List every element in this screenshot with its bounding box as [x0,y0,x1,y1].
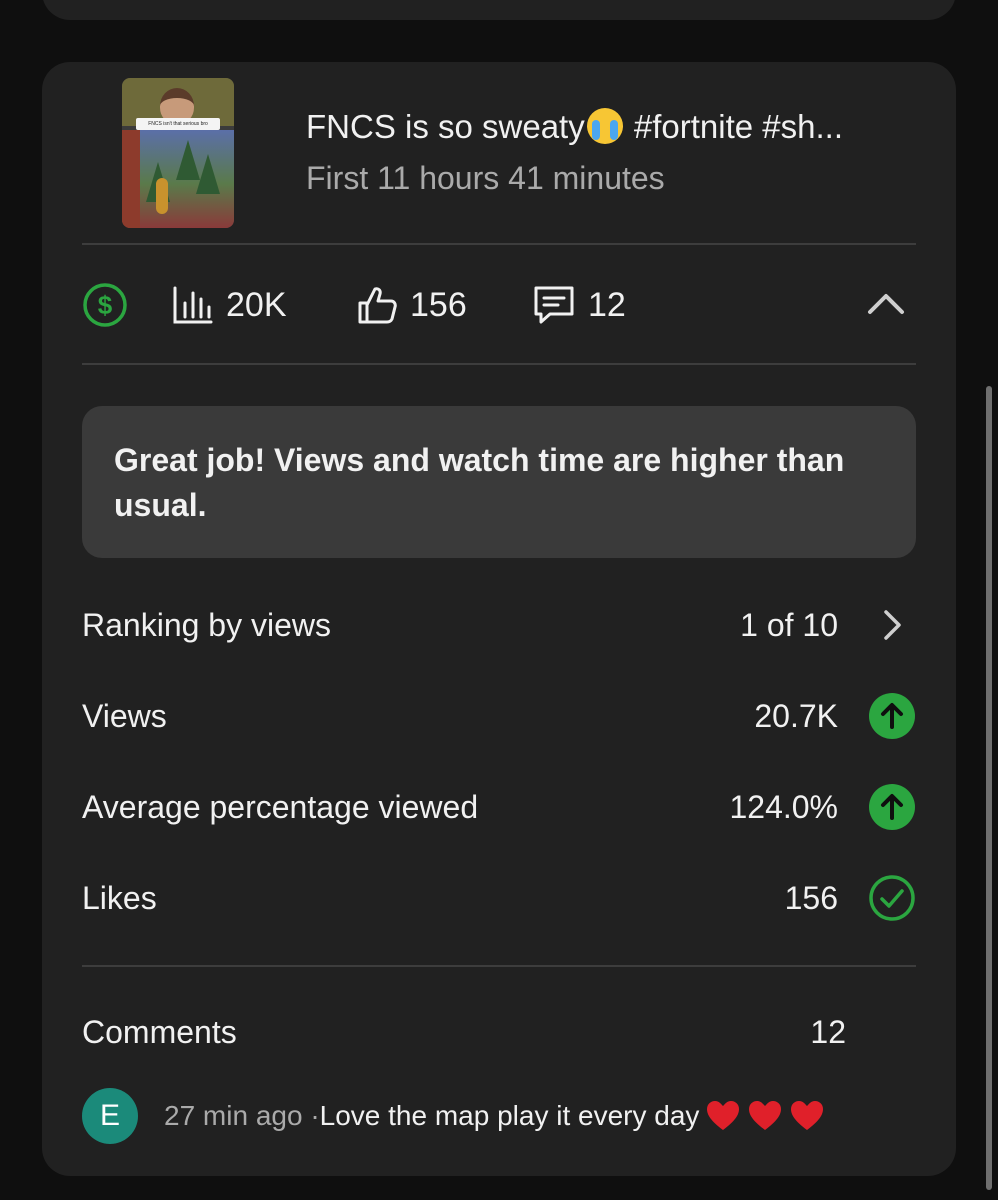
metric-likes[interactable]: Likes 156 [82,870,916,926]
divider [82,363,916,365]
chevron-up-icon[interactable] [864,282,908,326]
metric-average-percentage-viewed[interactable]: Average percentage viewed 124.0% [82,779,916,835]
metric-value: 1 of 10 [740,606,838,643]
divider [82,965,916,967]
dollar-circle-icon: $ [83,283,127,327]
stats-row: $ 20K 156 12 [42,246,956,364]
thumbnail-caption: FNCS isn't that serious bro [136,118,220,130]
latest-comment[interactable]: E 27 min ago · Love the map play it ever… [82,1088,916,1144]
crying-emoji-icon [586,108,623,144]
avatar: E [82,1088,138,1144]
performance-banner: Great job! Views and watch time are high… [82,406,916,558]
video-title[interactable]: FNCS is so sweaty #fortnite #sh... [306,108,916,146]
bar-chart-icon [173,286,213,324]
video-thumbnail[interactable]: FNCS isn't that serious bro [122,78,234,228]
comments-stat[interactable]: 12 [532,246,626,364]
comment-text: Love the map play it every day [319,1100,700,1131]
metric-views[interactable]: Views 20.7K [82,688,916,744]
views-count: 20K [226,285,287,324]
comments-header[interactable]: Comments 12 [82,1004,916,1060]
svg-text:$: $ [98,290,113,320]
likes-stat[interactable]: 156 [356,246,467,364]
comment-icon [534,286,574,324]
metric-value: 20.7K [754,697,838,734]
heart-emoji-icon [707,1101,740,1130]
monetization-status[interactable]: $ [82,246,140,364]
video-row[interactable]: FNCS isn't that serious bro FNCS is so s… [42,62,956,244]
comments-count: 12 [588,285,626,324]
chevron-right-icon [868,601,916,649]
video-period: First 11 hours 41 minutes [306,160,665,196]
comments-total: 12 [810,1013,846,1050]
arrow-up-circle-icon [868,783,916,831]
comment-time: 27 min ago · [164,1100,320,1131]
heart-emoji-icon [749,1101,782,1130]
heart-emoji-icon [791,1101,824,1130]
metric-value: 124.0% [729,788,838,825]
metric-value: 156 [784,879,838,916]
divider [82,243,916,245]
likes-count: 156 [410,285,467,324]
comments-label: Comments [82,1013,237,1050]
check-circle-icon [868,874,916,922]
scrollbar[interactable] [986,386,992,1190]
arrow-up-circle-icon [868,692,916,740]
thumbs-up-icon [358,287,397,324]
video-analytics-card: FNCS isn't that serious bro FNCS is so s… [42,62,956,1176]
views-stat[interactable]: 20K [172,246,287,364]
previous-card [42,0,956,20]
banner-text: Great job! Views and watch time are high… [114,442,845,523]
metric-ranking-by-views[interactable]: Ranking by views 1 of 10 [82,597,916,653]
